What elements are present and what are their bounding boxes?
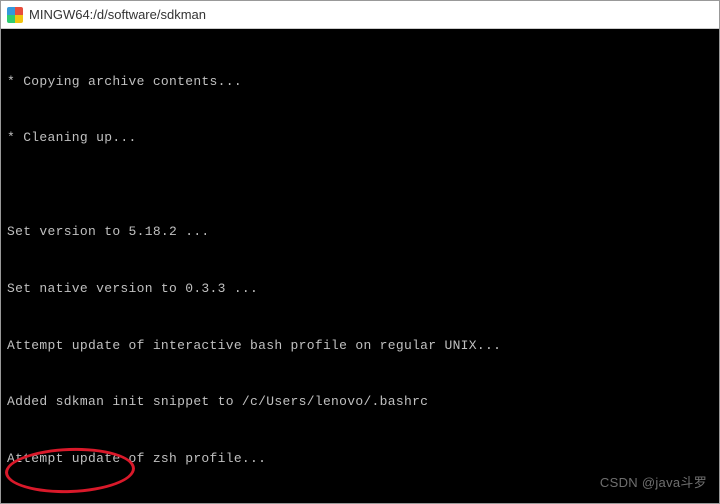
terminal-line: * Copying archive contents... [7,73,713,92]
terminal-line: Added sdkman init snippet to /c/Users/le… [7,393,713,412]
terminal-line: Attempt update of interactive bash profi… [7,337,713,356]
terminal-body[interactable]: * Copying archive contents... * Cleaning… [1,29,719,503]
watermark-text: CSDN @java斗罗 [600,474,707,493]
terminal-line: Set version to 5.18.2 ... [7,223,713,242]
titlebar[interactable]: MINGW64:/d/software/sdkman [1,1,719,29]
terminal-line: Attempt update of zsh profile... [7,450,713,469]
app-icon [7,7,23,23]
window-title: MINGW64:/d/software/sdkman [29,7,206,22]
terminal-window: MINGW64:/d/software/sdkman * Copying arc… [0,0,720,504]
terminal-line: * Cleaning up... [7,129,713,148]
terminal-line: Set native version to 0.3.3 ... [7,280,713,299]
